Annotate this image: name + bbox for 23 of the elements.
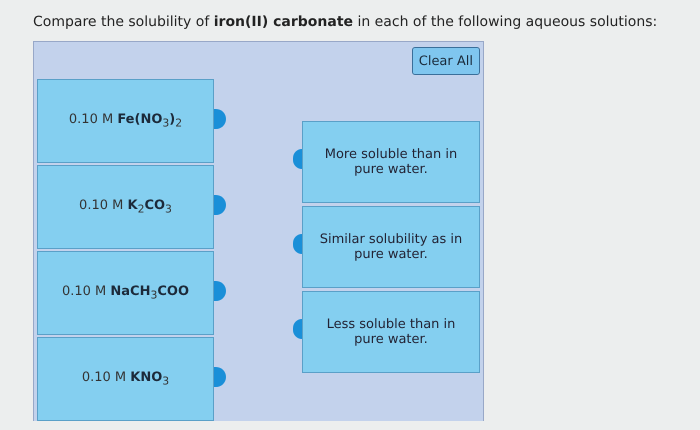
connector-handle[interactable] (214, 195, 226, 215)
solution-card[interactable]: 0.10 M NaCH$_{3}$COO (37, 251, 214, 335)
category-card[interactable]: Less soluble than in pure water. (302, 291, 480, 373)
category-label: More soluble than in pure water. (324, 147, 458, 177)
category-label: Similar solubility as in pure water. (318, 232, 464, 262)
solution-label: 0.10 M K$_{2}$CO$_{3}$ (79, 198, 172, 216)
question-text: Compare the solubility of iron(II) carbonate in each of the following aqueous solutions: (32, 13, 658, 32)
connector-handle[interactable] (293, 149, 302, 169)
solution-label: 0.10 M NaCH$_{3}$COO (62, 284, 190, 302)
solution-label: 0.10 M Fe(NO$_{3}$)$_{2}$ (68, 112, 182, 130)
connector-handle[interactable] (293, 319, 302, 339)
connector-handle[interactable] (214, 281, 226, 301)
solution-card[interactable]: 0.10 M KNO$_{3}$ (37, 337, 214, 421)
clear-all-button[interactable]: Clear All (412, 47, 480, 75)
solution-label: 0.10 M KNO$_{3}$ (82, 370, 170, 388)
category-card[interactable]: More soluble than in pure water. (302, 121, 480, 203)
solution-card[interactable]: 0.10 M Fe(NO$_{3}$)$_{2}$ (37, 79, 214, 163)
category-card[interactable]: Similar solubility as in pure water. (302, 206, 480, 288)
connector-handle[interactable] (214, 109, 226, 129)
category-label: Less soluble than in pure water. (326, 317, 456, 347)
solution-card[interactable]: 0.10 M K$_{2}$CO$_{3}$ (37, 165, 214, 249)
connector-handle[interactable] (214, 367, 226, 387)
connector-handle[interactable] (293, 234, 302, 254)
